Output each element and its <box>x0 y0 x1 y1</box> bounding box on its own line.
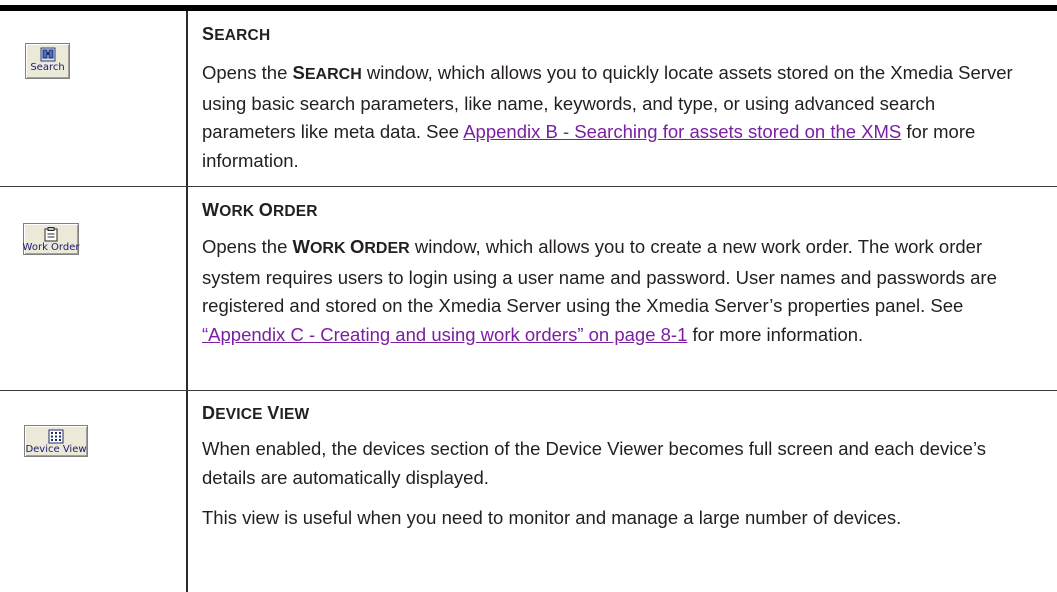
search-heading: SEARCH <box>202 24 271 44</box>
work-order-description: WORK ORDER Opens the WORK ORDER window, … <box>202 200 1032 349</box>
search-row: Search SEARCH Opens the SEARCH window, w… <box>0 11 1057 186</box>
work-order-paragraph: Opens the WORK ORDER window, which allow… <box>202 236 997 345</box>
device-view-button-label: Device View <box>25 444 87 455</box>
grid-icon <box>48 429 64 444</box>
search-toolbar-button[interactable]: Search <box>25 43 70 79</box>
work-order-heading: WORK ORDER <box>202 200 318 220</box>
device-view-row: Device View DEVICE VIEW When enabled, th… <box>0 391 1057 592</box>
work-order-toolbar-button[interactable]: Work Order <box>23 223 79 255</box>
appendix-b-link[interactable]: Appendix B - Searching for assets stored… <box>463 121 901 142</box>
device-view-paragraph-1: When enabled, the devices section of the… <box>202 438 986 488</box>
clipboard-icon <box>44 227 58 242</box>
binoculars-icon <box>40 47 55 62</box>
search-paragraph: Opens the SEARCH window, which allows yo… <box>202 62 1013 171</box>
device-view-paragraph-2: This view is useful when you need to mon… <box>202 507 902 528</box>
device-view-toolbar-button[interactable]: Device View <box>24 425 88 457</box>
appendix-c-link[interactable]: “Appendix C - Creating and using work or… <box>202 324 687 345</box>
search-button-label: Search <box>30 62 65 73</box>
device-view-heading: DEVICE VIEW <box>202 403 310 423</box>
device-view-description: DEVICE VIEW When enabled, the devices se… <box>202 403 1032 533</box>
work-order-row: Work Order WORK ORDER Opens the WORK ORD… <box>0 187 1057 390</box>
search-description: SEARCH Opens the SEARCH window, which al… <box>202 24 1032 175</box>
work-order-button-label: Work Order <box>22 242 80 253</box>
